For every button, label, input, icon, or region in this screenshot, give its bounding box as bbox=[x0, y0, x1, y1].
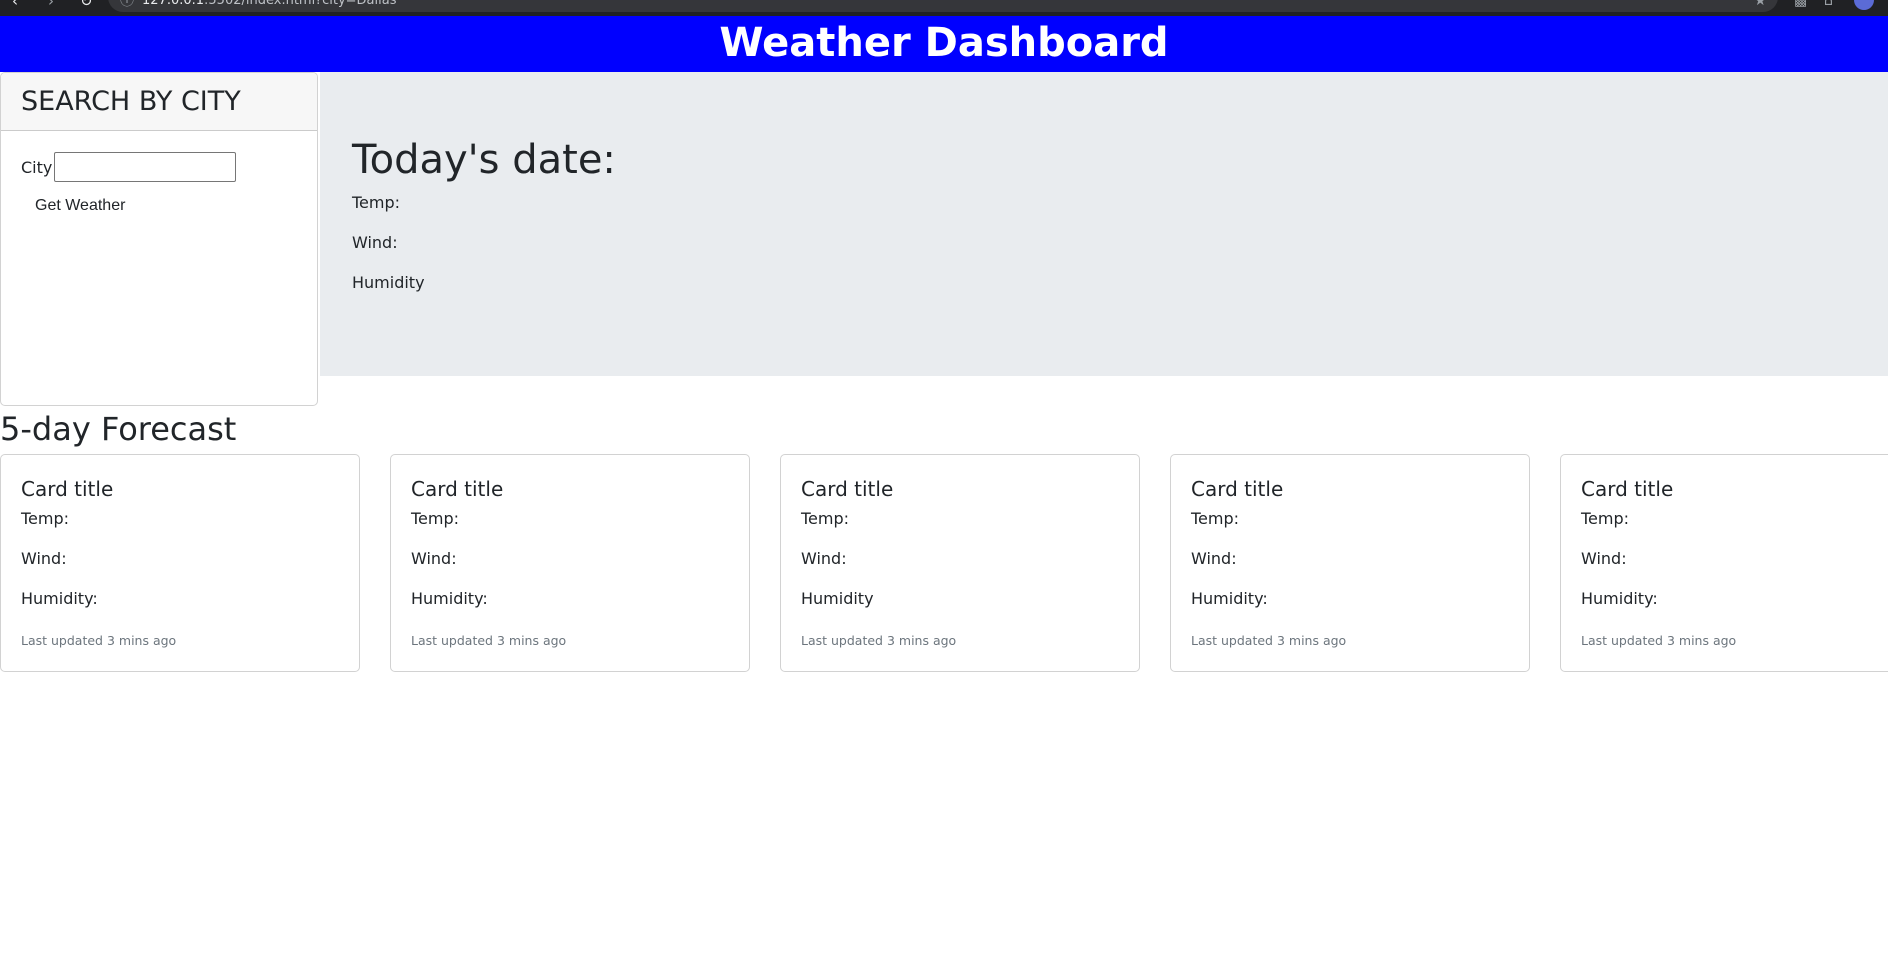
card-title: Card title bbox=[801, 477, 894, 501]
star-icon[interactable]: ★ bbox=[1754, 0, 1767, 8]
current-humidity: Humidity bbox=[352, 273, 425, 292]
card-wind: Wind: bbox=[1581, 549, 1627, 568]
card-temp: Temp: bbox=[1191, 509, 1240, 528]
current-wind: Wind: bbox=[352, 233, 398, 252]
url-text: 127.0.0.1:5502/index.html?city=Dallas bbox=[142, 0, 396, 8]
todays-date-heading: Today's date: bbox=[352, 137, 616, 183]
url-path: :5502/index.html?city=Dallas bbox=[204, 0, 397, 8]
card-updated: Last updated 3 mins ago bbox=[801, 633, 957, 648]
card-temp: Temp: bbox=[1581, 509, 1630, 528]
card-wind: Wind: bbox=[1191, 549, 1237, 568]
card-temp: Temp: bbox=[801, 509, 850, 528]
current-temp: Temp: bbox=[352, 193, 401, 212]
page-title: Weather Dashboard bbox=[719, 20, 1169, 66]
card-temp: Temp: bbox=[411, 509, 460, 528]
card-wind: Wind: bbox=[801, 549, 847, 568]
forecast-card: Card title Temp: Wind: Humidity: Last up… bbox=[390, 454, 750, 672]
card-humidity: Humidity: bbox=[1581, 589, 1658, 608]
city-form: City bbox=[21, 152, 237, 182]
card-humidity: Humidity bbox=[801, 589, 874, 608]
card-title: Card title bbox=[1581, 477, 1674, 501]
card-wind: Wind: bbox=[411, 549, 457, 568]
url-host: 127.0.0.1 bbox=[142, 0, 205, 8]
card-title: Card title bbox=[1191, 477, 1284, 501]
card-humidity: Humidity: bbox=[1191, 589, 1268, 608]
info-icon[interactable]: ⓘ bbox=[120, 0, 134, 8]
forecast-card: Card title Temp: Wind: Humidity Last upd… bbox=[780, 454, 1140, 672]
card-humidity: Humidity: bbox=[411, 589, 488, 608]
forecast-card: Card title Temp: Wind: Humidity: Last up… bbox=[1560, 454, 1888, 672]
city-label: City bbox=[21, 157, 53, 177]
profile-icon[interactable] bbox=[1854, 0, 1874, 10]
card-updated: Last updated 3 mins ago bbox=[1191, 633, 1347, 648]
card-humidity: Humidity: bbox=[21, 589, 98, 608]
forward-icon[interactable]: › bbox=[48, 0, 54, 9]
city-input[interactable] bbox=[54, 152, 237, 182]
page-header: Weather Dashboard bbox=[0, 16, 1888, 72]
current-weather-panel: Today's date: Temp: Wind: Humidity bbox=[320, 72, 1888, 376]
search-heading: SEARCH BY CITY bbox=[1, 73, 317, 131]
card-updated: Last updated 3 mins ago bbox=[1581, 633, 1737, 648]
back-icon[interactable]: ‹ bbox=[12, 0, 18, 9]
search-card: SEARCH BY CITY City Get Weather bbox=[0, 72, 318, 406]
forecast-card: Card title Temp: Wind: Humidity: Last up… bbox=[1170, 454, 1530, 672]
card-updated: Last updated 3 mins ago bbox=[411, 633, 567, 648]
browser-toolbar: ‹ › ↻ ⓘ 127.0.0.1:5502/index.html?city=D… bbox=[0, 0, 1888, 16]
card-temp: Temp: bbox=[21, 509, 70, 528]
card-title: Card title bbox=[411, 477, 504, 501]
card-updated: Last updated 3 mins ago bbox=[21, 633, 177, 648]
card-title: Card title bbox=[21, 477, 114, 501]
reload-icon[interactable]: ↻ bbox=[80, 0, 93, 9]
forecast-heading: 5-day Forecast bbox=[0, 410, 237, 448]
card-wind: Wind: bbox=[21, 549, 67, 568]
forecast-card: Card title Temp: Wind: Humidity: Last up… bbox=[0, 454, 360, 672]
home-icon[interactable]: ⌂ bbox=[1824, 0, 1833, 8]
get-weather-button[interactable]: Get Weather bbox=[21, 193, 139, 219]
extensions-icon[interactable]: ▩ bbox=[1794, 0, 1807, 8]
